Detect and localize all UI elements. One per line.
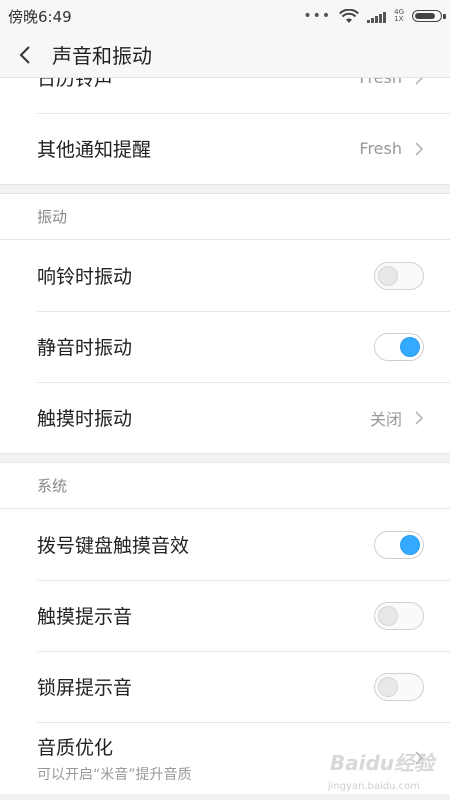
status-bar: 傍晚6:49 ••• 4G 1X [0, 0, 450, 32]
section-header-vibrate: 振动 [0, 194, 450, 240]
section-header-system: 系统 [0, 463, 450, 509]
back-button[interactable] [0, 32, 50, 78]
watermark-url: jingyan.baidu.com [327, 781, 420, 792]
ring-vibrate-toggle[interactable] [374, 261, 424, 290]
touch-sound-toggle[interactable] [374, 601, 424, 630]
row-label: 触摸时振动 [37, 408, 133, 430]
dialpad-sound-row[interactable]: 拨号键盘触摸音效 [0, 509, 450, 580]
system-group: 系统 拨号键盘触摸音效 触摸提示音 锁屏提示音 音质优化 可以开启“米音”提升音… [0, 463, 450, 794]
chevron-left-icon [19, 45, 30, 64]
row-value: Fresh [359, 78, 402, 87]
section-divider [0, 184, 450, 194]
row-label: 触摸提示音 [37, 606, 133, 628]
signal-icon [367, 9, 387, 23]
lock-sound-toggle[interactable] [374, 672, 424, 701]
title-bar: 声音和振动 [0, 32, 450, 78]
wifi-icon [339, 8, 360, 23]
row-label: 锁屏提示音 [37, 677, 133, 699]
silent-vibrate-toggle[interactable] [374, 332, 424, 361]
battery-icon [412, 10, 446, 22]
row-label: 拨号键盘触摸音效 [37, 535, 190, 557]
status-icons: ••• 4G 1X [303, 8, 446, 24]
lock-sound-row[interactable]: 锁屏提示音 [0, 651, 450, 722]
calendar-ringtone-row[interactable]: 日历铃声 Fresh [0, 78, 450, 113]
touch-vibrate-row[interactable]: 触摸时振动 关闭 [0, 382, 450, 453]
other-notification-row[interactable]: 其他通知提醒 Fresh [0, 113, 450, 184]
status-time: 傍晚6:49 [8, 7, 72, 26]
ring-vibrate-row[interactable]: 响铃时振动 [0, 240, 450, 311]
chevron-right-icon [415, 78, 423, 85]
vibrate-group: 振动 响铃时振动 静音时振动 触摸时振动 关闭 [0, 194, 450, 453]
row-label: 日历铃声 [37, 78, 114, 90]
network-type: 4G 1X [394, 9, 404, 23]
ringtone-group: 日历铃声 Fresh 其他通知提醒 Fresh [0, 78, 450, 184]
row-label: 静音时振动 [37, 337, 133, 359]
settings-list[interactable]: 日历铃声 Fresh 其他通知提醒 Fresh 振动 响铃时振动 静音时振动 触… [0, 78, 450, 800]
chevron-right-icon [415, 410, 424, 425]
dialpad-sound-toggle[interactable] [374, 530, 424, 559]
chevron-right-icon [415, 141, 424, 156]
network-1x-label: 1X [394, 15, 404, 23]
row-value: 关闭 [369, 409, 402, 429]
more-dots-icon: ••• [303, 8, 332, 24]
row-value: Fresh [359, 139, 402, 158]
watermark-logo: Baidu经验 [329, 751, 434, 775]
silent-vibrate-row[interactable]: 静音时振动 [0, 311, 450, 382]
page-title: 声音和振动 [52, 44, 152, 68]
row-label: 其他通知提醒 [37, 139, 152, 161]
row-label: 响铃时振动 [37, 266, 133, 288]
section-divider [0, 453, 450, 463]
touch-sound-row[interactable]: 触摸提示音 [0, 580, 450, 651]
